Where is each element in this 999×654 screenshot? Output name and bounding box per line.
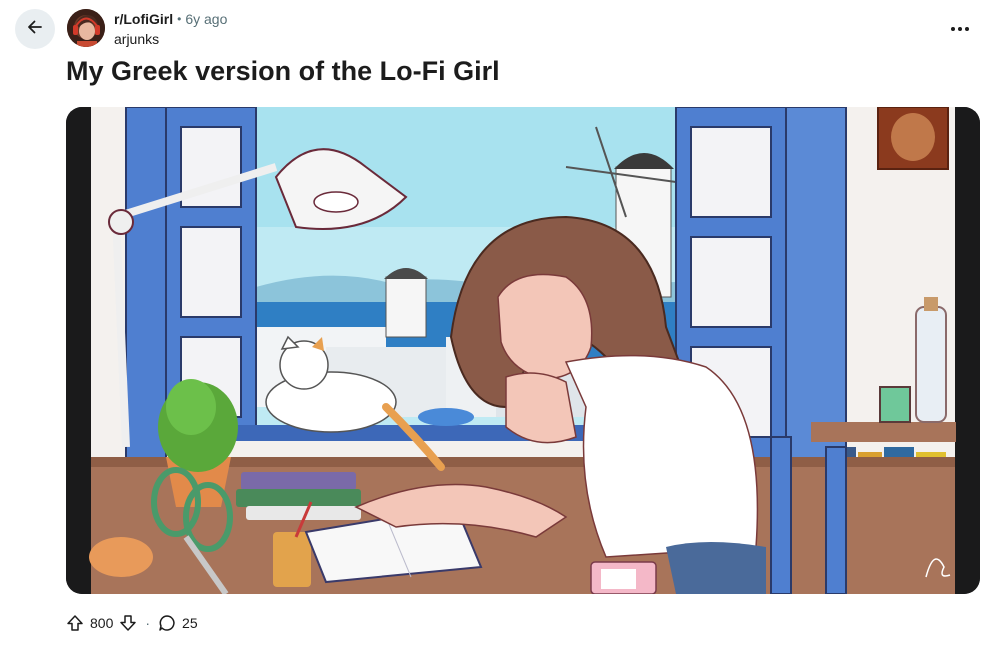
post-age: 6y ago (185, 11, 228, 27)
arrow-left-icon (25, 17, 45, 42)
comment-count[interactable]: 25 (182, 615, 198, 631)
author-link[interactable]: arjunks (114, 30, 227, 48)
speech-bubble-icon[interactable] (156, 612, 178, 634)
subreddit-avatar[interactable] (67, 9, 105, 47)
arrow-down-outline-icon[interactable] (117, 612, 139, 634)
post-meta: r/LofiGirl • 6y ago arjunks (114, 10, 227, 48)
more-options-button[interactable] (944, 12, 976, 44)
post-title[interactable]: My Greek version of the Lo-Fi Girl (66, 54, 500, 88)
subreddit-link[interactable]: r/LofiGirl (114, 10, 173, 28)
vote-count: 800 (90, 615, 114, 631)
arrow-up-outline-icon[interactable] (64, 612, 86, 634)
meta-separator: • (177, 12, 182, 26)
lofi-greek-illustration (66, 107, 980, 594)
actions-separator: · (145, 615, 151, 631)
back-button[interactable] (15, 9, 55, 49)
post-image[interactable] (66, 107, 980, 594)
post-actions: 800 · 25 (64, 612, 198, 634)
more-horizontal-icon (950, 19, 970, 37)
